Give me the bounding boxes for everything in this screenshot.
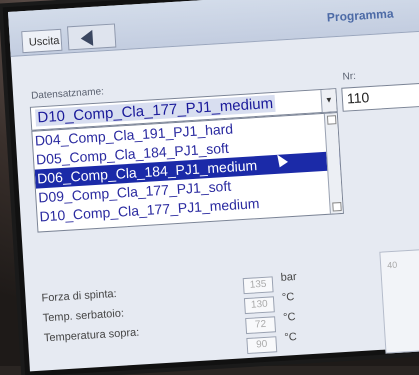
param-unit: bar: [280, 270, 297, 284]
title-bar: Uscita Programma: [8, 0, 419, 57]
gauge-tick: 40: [386, 259, 398, 271]
arrow-left-icon: [80, 29, 94, 47]
param-field[interactable]: 130: [243, 296, 275, 315]
param-label: Forza di spinta:: [41, 287, 117, 305]
dropdown-list: D04_Comp_Cla_191_PJ1_hard D05_Comp_Cla_1…: [31, 112, 344, 233]
page-title: Programma: [326, 6, 394, 25]
param-unit: °C: [284, 330, 298, 344]
param-field[interactable]: 135: [242, 276, 274, 295]
param-label: Temp. serbatoio:: [42, 307, 125, 325]
param-unit: °C: [282, 311, 296, 324]
param-label: Temperatura sopra:: [43, 326, 140, 345]
screen: Uscita Programma Datensatzname: Nr: D10_…: [8, 0, 419, 372]
param-field[interactable]: 90: [246, 336, 278, 355]
exit-button[interactable]: Uscita: [21, 28, 63, 54]
back-button[interactable]: [66, 23, 117, 51]
nr-label: Nr:: [342, 70, 357, 83]
chevron-down-icon[interactable]: ▼: [320, 89, 337, 113]
param-unit: °C: [281, 291, 295, 304]
name-label: Datensatzname:: [30, 86, 105, 102]
nr-field[interactable]: 110: [341, 82, 419, 112]
scroll-up-icon[interactable]: [326, 115, 337, 125]
gauge-panel: 40: [379, 247, 419, 354]
param-field[interactable]: 72: [245, 316, 277, 335]
scroll-down-icon[interactable]: [332, 202, 342, 212]
